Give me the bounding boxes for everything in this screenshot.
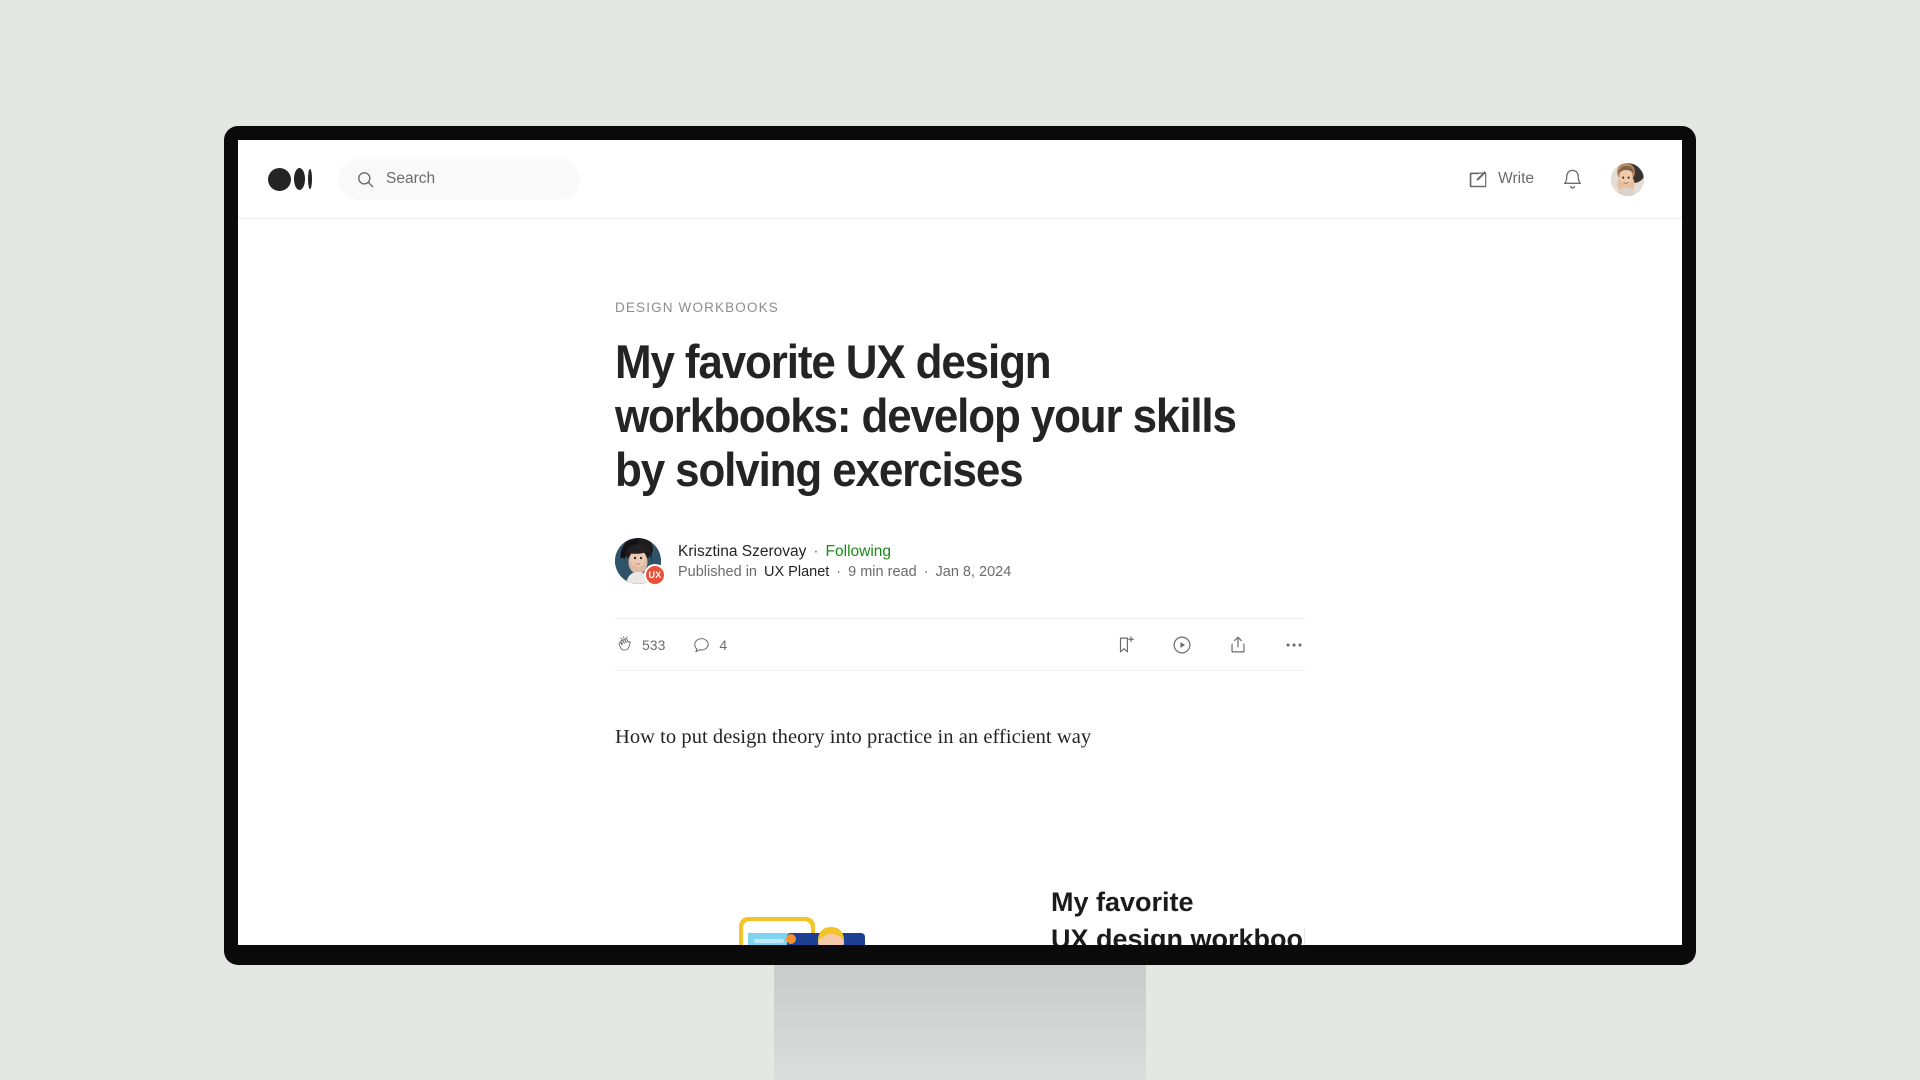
screen: Write xyxy=(238,140,1682,945)
article-container: DESIGN WORKBOOKS My favorite UX design w… xyxy=(615,219,1305,945)
byline-separator-2: · xyxy=(836,563,842,580)
share-button[interactable] xyxy=(1227,634,1249,656)
share-icon xyxy=(1227,634,1249,656)
comment-button[interactable]: 4 xyxy=(692,635,727,654)
hero-text-block: My favorite UX design workbooks: develop… xyxy=(1051,887,1305,945)
hero-title-line-2: UX design workbooks: xyxy=(1051,924,1305,945)
comment-icon xyxy=(692,635,711,654)
publication-link[interactable]: UX Planet xyxy=(764,564,829,580)
byline-meta-row: Published in UX Planet · 9 min read · Ja… xyxy=(678,564,1011,580)
avatar[interactable] xyxy=(1611,162,1644,196)
clap-button[interactable]: 533 xyxy=(615,635,665,654)
search-icon xyxy=(356,170,375,189)
publication-badge: UX xyxy=(644,564,666,587)
publish-date: Jan 8, 2024 xyxy=(935,563,1012,580)
write-label: Write xyxy=(1498,170,1534,187)
desktop-scene: Write xyxy=(0,0,1920,1080)
article-tools xyxy=(1115,634,1305,656)
bell-icon xyxy=(1561,168,1584,191)
monitor-stand xyxy=(774,962,1146,1080)
pencil-square-icon xyxy=(1467,168,1489,190)
article-body-paragraph: How to put design theory into practice i… xyxy=(615,726,1092,749)
article-hero-image: My favorite UX design workbooks: develop… xyxy=(615,875,1305,945)
byline-separator-3: · xyxy=(923,563,929,580)
hero-illustration: My favorite UX design workbooks: develop… xyxy=(739,887,1305,945)
medium-logo[interactable] xyxy=(268,167,312,191)
more-options-button[interactable] xyxy=(1283,634,1305,656)
avatar-image xyxy=(1611,162,1644,196)
write-button[interactable]: Write xyxy=(1467,168,1534,190)
published-in-label: Published in xyxy=(678,563,757,580)
search-bar[interactable] xyxy=(338,158,580,200)
comment-count: 4 xyxy=(719,636,728,653)
notifications-button[interactable] xyxy=(1561,168,1584,191)
bookmark-add-button[interactable] xyxy=(1115,634,1137,656)
article-action-bar: 533 4 xyxy=(615,618,1305,672)
clap-icon xyxy=(615,635,634,654)
bookmark-add-icon xyxy=(1115,634,1137,656)
logo-circle-medium xyxy=(294,168,305,190)
logo-circle-large xyxy=(268,167,291,191)
monitor-frame: Write xyxy=(224,126,1696,965)
search-input[interactable] xyxy=(386,170,562,188)
author-avatar-wrapper[interactable]: UX xyxy=(615,538,666,587)
follow-button[interactable]: Following xyxy=(826,543,891,561)
article-scroll-region[interactable]: DESIGN WORKBOOKS My favorite UX design w… xyxy=(238,219,1682,945)
engagement-stats: 533 4 xyxy=(615,635,727,654)
logo-circle-small xyxy=(308,169,312,189)
play-circle-icon xyxy=(1171,634,1193,656)
read-time: 9 min read xyxy=(848,563,917,580)
article-kicker: DESIGN WORKBOOKS xyxy=(615,300,779,315)
more-ellipsis-icon xyxy=(1283,634,1305,656)
byline-text-group: Krisztina Szerovay · Following Published… xyxy=(678,543,1011,580)
author-name[interactable]: Krisztina Szerovay xyxy=(678,543,806,561)
hero-title-line-1: My favorite xyxy=(1051,887,1194,917)
listen-button[interactable] xyxy=(1171,634,1193,656)
byline-separator-1: · xyxy=(813,542,819,560)
top-navigation-bar: Write xyxy=(238,140,1682,219)
byline: UX Krisztina Szerovay · Following Publis… xyxy=(615,538,1305,587)
clap-count: 533 xyxy=(642,636,666,653)
page-title: My favorite UX design workbooks: develop… xyxy=(615,335,1237,497)
nav-right-group: Write xyxy=(1467,162,1644,196)
byline-author-row: Krisztina Szerovay · Following xyxy=(678,543,1011,561)
